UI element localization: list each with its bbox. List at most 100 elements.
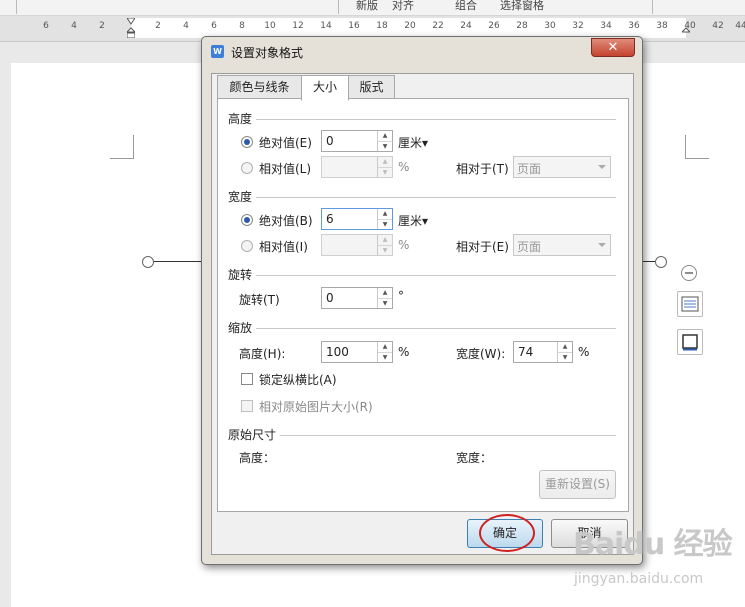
dialog-titlebar[interactable]: W 设置对象格式 ✕ — [202, 37, 642, 67]
width-relative-radio[interactable] — [241, 240, 253, 252]
format-object-dialog: W 设置对象格式 ✕ 颜色与线条 大小 版式 高度 绝对值(E) 0 ▲ ▼ 厘米… — [201, 36, 643, 565]
ruler-tick: 6 — [211, 21, 217, 31]
ruler-tick: 38 — [656, 21, 668, 31]
width-unit-dropdown[interactable]: 厘米▾ — [398, 212, 428, 229]
rotation-section-title: 旋转 — [228, 268, 253, 282]
divider — [256, 328, 616, 329]
relative-original-checkbox[interactable] — [241, 400, 253, 412]
scale-section-title: 缩放 — [228, 321, 253, 335]
shape-outline-icon — [682, 334, 698, 351]
rotation-input[interactable]: 0 ▲ ▼ — [321, 287, 393, 309]
lock-aspect-label: 锁定纵横比(A) — [259, 373, 337, 387]
original-width-label: 宽度： — [456, 451, 493, 465]
ruler-tick: 28 — [516, 21, 528, 31]
spinner-arrows[interactable]: ▲ ▼ — [377, 131, 392, 151]
ruler-tick: 34 — [600, 21, 612, 31]
toolbar-item[interactable]: 选择窗格 — [500, 0, 544, 13]
height-relative-label: 相对值(L) — [259, 162, 312, 176]
width-relative-label: 相对值(I) — [259, 240, 308, 254]
toolbar-item[interactable]: 新版 — [356, 0, 378, 13]
spinner-arrows[interactable]: ▲ ▼ — [377, 209, 392, 229]
tab-layout[interactable]: 版式 — [348, 75, 395, 100]
scale-width-input[interactable]: 74 ▲ ▼ — [513, 341, 573, 363]
ruler-tick: 4 — [71, 21, 77, 31]
watermark-logo: Baidu 经验 — [573, 527, 733, 562]
text-wrap-icon — [681, 296, 699, 312]
height-absolute-radio[interactable] — [241, 136, 253, 148]
toolbar-item[interactable]: 组合 — [455, 0, 477, 13]
height-relative-to-select[interactable]: 页面 — [513, 156, 611, 178]
shape-outline-button[interactable] — [677, 329, 703, 355]
width-relative-unit: % — [398, 238, 410, 252]
height-absolute-input[interactable]: 0 ▲ ▼ — [321, 130, 393, 152]
ruler-tick: 22 — [432, 21, 444, 31]
right-indent-marker-icon[interactable] — [682, 18, 690, 38]
resize-handle[interactable] — [655, 256, 667, 268]
ribbon-toolbar: 新版 对齐 组合 选择窗格 — [0, 0, 745, 16]
ruler-tick: 30 — [544, 21, 556, 31]
scale-height-unit: % — [398, 345, 410, 359]
height-relative-radio[interactable] — [241, 162, 253, 174]
ruler-tick: 8 — [239, 21, 245, 31]
width-section-title: 宽度 — [228, 190, 253, 204]
scale-height-input[interactable]: 100 ▲ ▼ — [321, 341, 393, 363]
scale-width-label: 宽度(W): — [456, 347, 506, 361]
highlight-annotation — [479, 514, 535, 552]
ruler-tick: 2 — [99, 21, 105, 31]
dialog-title: 设置对象格式 — [231, 46, 304, 60]
ruler-tick: 16 — [348, 21, 360, 31]
scale-width-unit: % — [578, 345, 590, 359]
indent-marker-icon[interactable] — [127, 18, 135, 38]
divider — [280, 435, 616, 436]
ruler-tick: 10 — [264, 21, 276, 31]
divider — [256, 275, 616, 276]
ruler-tick: 26 — [488, 21, 500, 31]
chevron-down-icon — [598, 243, 606, 247]
height-relative-input[interactable]: ▲ ▼ — [321, 156, 393, 178]
spinner-arrows[interactable]: ▲ ▼ — [377, 235, 392, 255]
rotation-label: 旋转(T) — [239, 293, 280, 307]
chevron-down-icon — [598, 165, 606, 169]
ruler-tick: 4 — [183, 21, 189, 31]
spinner-arrows[interactable]: ▲ ▼ — [377, 157, 392, 177]
layout-options-button[interactable] — [677, 291, 703, 317]
ruler-tick: 44 — [735, 21, 745, 31]
ruler-tick: 32 — [572, 21, 584, 31]
spinner-arrows[interactable]: ▲ ▼ — [377, 288, 392, 308]
width-relative-to-select[interactable]: 页面 — [513, 234, 611, 256]
close-button[interactable]: ✕ — [591, 38, 635, 57]
toolbar-separator — [338, 0, 339, 14]
tab-size[interactable]: 大小 — [301, 75, 349, 101]
crop-mark — [110, 135, 134, 159]
height-relative-unit: % — [398, 160, 410, 174]
app-icon: W — [211, 45, 224, 58]
ruler-tick: 42 — [712, 21, 724, 31]
tab-color-and-lines[interactable]: 颜色与线条 — [217, 75, 302, 100]
spinner-arrows[interactable]: ▲ ▼ — [377, 342, 392, 362]
toolbar-item[interactable]: 对齐 — [392, 0, 414, 13]
height-section-title: 高度 — [228, 112, 253, 126]
ruler-tick: 36 — [628, 21, 640, 31]
width-relative-to-label: 相对于(E) — [456, 240, 509, 254]
ruler-tick: 2 — [155, 21, 161, 31]
width-relative-input[interactable]: ▲ ▼ — [321, 234, 393, 256]
reset-button[interactable]: 重新设置(S) — [539, 470, 616, 499]
height-absolute-label: 绝对值(E) — [259, 136, 312, 150]
relative-original-label: 相对原始图片大小(R) — [259, 400, 373, 414]
width-absolute-input[interactable]: 6 ▲ ▼ — [321, 208, 393, 230]
ruler-tick: 24 — [460, 21, 472, 31]
divider — [256, 119, 616, 120]
collapse-icon[interactable] — [680, 264, 698, 282]
toolbar-separator — [652, 0, 653, 14]
height-unit-dropdown[interactable]: 厘米▾ — [398, 134, 428, 151]
crop-mark — [685, 135, 709, 159]
lock-aspect-checkbox[interactable] — [241, 373, 253, 385]
original-height-label: 高度： — [239, 451, 276, 465]
toolbar-separator — [16, 0, 17, 14]
ruler-tick: 12 — [292, 21, 304, 31]
original-size-section-title: 原始尺寸 — [228, 428, 277, 442]
resize-handle[interactable] — [142, 256, 154, 268]
shape-line — [643, 261, 655, 262]
width-absolute-radio[interactable] — [241, 214, 253, 226]
spinner-arrows[interactable]: ▲ ▼ — [557, 342, 572, 362]
